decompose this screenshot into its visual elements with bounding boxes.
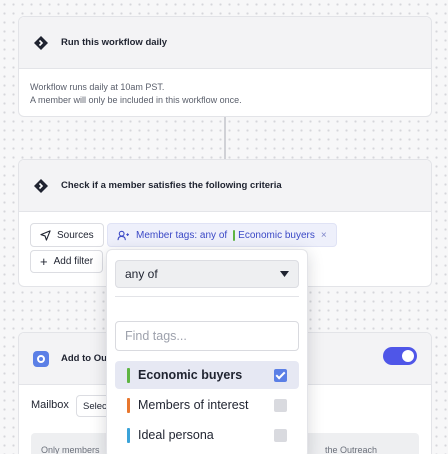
tag-color-bar [127, 427, 130, 443]
member-tags-filter[interactable]: Member tags: any of Economic buyers × [107, 223, 337, 247]
workflow-trigger-description: Workflow runs daily at 10am PST. A membe… [19, 69, 431, 116]
criteria-title: Check if a member satisfies the followin… [61, 180, 282, 191]
tag-option-label: Members of interest [138, 398, 249, 412]
trigger-schedule-text: Workflow runs daily at 10am PST. [30, 82, 165, 92]
tag-checkbox-checked[interactable] [274, 368, 287, 382]
dropdown-divider [115, 296, 299, 297]
sources-label: Sources [57, 229, 94, 241]
caret-down-icon [280, 271, 289, 277]
send-icon [40, 229, 51, 241]
enable-toggle[interactable] [383, 347, 417, 365]
tag-picker-dropdown[interactable]: any of Economic buyers Members of intere… [106, 249, 308, 454]
diamond-icon [34, 178, 48, 193]
tag-option-label: Ideal persona [138, 428, 214, 442]
member-tags-filter-value: Economic buyers [238, 229, 315, 241]
remove-filter-icon[interactable]: × [321, 230, 327, 241]
add-filter-button[interactable]: + Add filter [30, 250, 104, 273]
outreach-icon [33, 350, 49, 367]
tag-option-ideal-persona[interactable]: Ideal persona [115, 421, 299, 449]
member-tags-filter-prefix: Member tags: any of [136, 229, 228, 241]
sources-button[interactable]: Sources [30, 223, 104, 247]
mailbox-label: Mailbox [31, 399, 69, 411]
tag-option-label: Economic buyers [138, 368, 243, 382]
match-mode-value: any of [125, 267, 158, 281]
tag-option-economic-buyers[interactable]: Economic buyers [115, 361, 299, 389]
tag-checkbox[interactable] [274, 428, 287, 442]
trigger-once-text: A member will only be included in this w… [30, 95, 242, 106]
tag-search-input[interactable] [115, 321, 299, 351]
criteria-header: Check if a member satisfies the followin… [19, 160, 431, 212]
workflow-trigger-card[interactable]: Run this workflow daily Workflow runs da… [18, 16, 432, 117]
diamond-icon [34, 35, 48, 50]
tag-color-bar [127, 397, 130, 413]
plus-icon: + [40, 254, 48, 269]
outreach-action-title: Add to Ou [61, 353, 107, 364]
outreach-note-right: the Outreach [325, 445, 378, 454]
tag-color-bar [233, 229, 236, 241]
tag-checkbox[interactable] [274, 398, 287, 412]
add-filter-label: Add filter [53, 256, 94, 267]
workflow-trigger-title: Run this workflow daily [61, 37, 168, 48]
workflow-trigger-header: Run this workflow daily [19, 17, 431, 69]
outreach-note-left: Only members [41, 445, 100, 454]
tag-color-bar [127, 367, 130, 383]
step-connector [224, 117, 226, 159]
match-mode-select[interactable]: any of [115, 260, 299, 288]
tag-option-members-of-interest[interactable]: Members of interest [115, 391, 299, 419]
users-icon [117, 230, 129, 240]
